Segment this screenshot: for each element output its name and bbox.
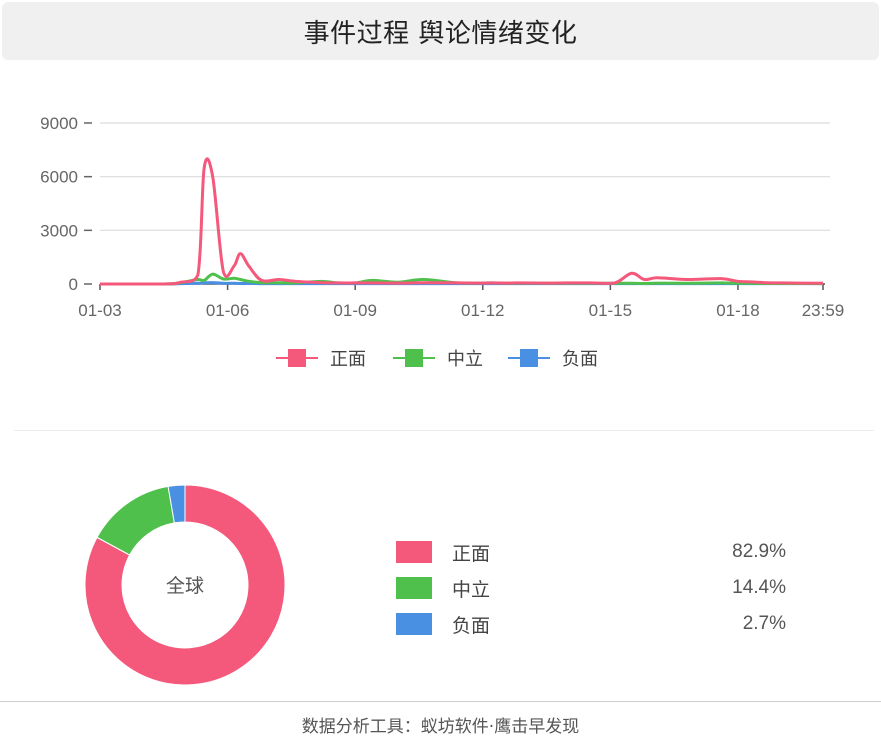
section-divider [14,430,874,431]
legend-swatch [405,349,423,367]
legend-swatch [520,349,538,367]
x-tick-label: 01-03 [78,301,121,320]
pie-swatch-neutral [396,577,432,599]
legend-swatch [288,349,306,367]
pie-legend-row: 正面 82.9% [396,534,786,570]
legend-item[interactable]: 中立 [393,349,483,370]
footer-divider [0,701,881,702]
donut-chart: 全球 [84,484,286,686]
pie-legend-row: 中立 14.4% [396,570,786,606]
y-tick-label: 6000 [40,168,78,187]
line-chart: 0 3000 6000 9000 01-03 01-06 01-09 01-12 01-15 01… [40,114,845,370]
pie-legend-label: 负面 [452,614,491,637]
y-tick-label: 9000 [40,114,78,133]
x-tick-label: 01-12 [461,301,504,320]
pie-swatch-negative [396,613,432,635]
x-tick-label: 01-15 [589,301,632,320]
legend-label: 负面 [562,349,598,370]
page-title: 事件过程 舆论情绪变化 [303,18,578,49]
donut-center-label: 全球 [166,575,204,597]
x-tick-label: 01-18 [716,301,759,320]
y-tick-label: 3000 [40,221,78,240]
x-tick-label: 23:59 [802,301,845,320]
pie-legend-percent: 2.7% [742,613,786,634]
footer-text: 数据分析工具：蚁坊软件·鹰击早发现 [301,717,580,737]
pie-legend-percent: 82.9% [732,541,786,562]
pie-legend-row: 负面 2.7% [396,606,786,642]
legend-label: 中立 [447,349,483,370]
pie-swatch-positive [396,541,432,563]
pie-legend-label: 中立 [452,578,491,601]
x-tick-label: 01-09 [333,301,376,320]
pie-legend: 正面 82.9% 中立 14.4% 负面 2.7% [396,534,786,642]
legend-label: 正面 [330,349,366,370]
legend-item[interactable]: 正面 [276,349,366,370]
legend-item[interactable]: 负面 [508,349,598,370]
series-line-0 [99,157,824,286]
title-bar: 事件过程 舆论情绪变化 [2,2,879,60]
y-tick-label: 0 [69,275,78,294]
pie-legend-percent: 14.4% [732,577,786,598]
pie-legend-label: 正面 [452,542,491,565]
x-tick-label: 01-06 [206,301,249,320]
